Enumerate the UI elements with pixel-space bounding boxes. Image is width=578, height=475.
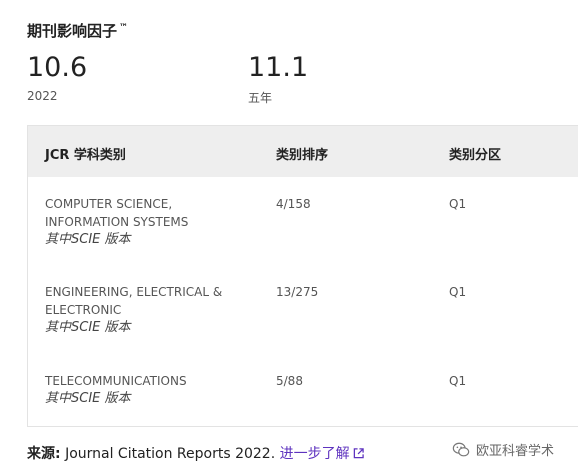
- category-rank: 4/158: [276, 197, 311, 211]
- trademark-symbol: ™: [119, 23, 129, 33]
- edition-label: 其中SCIE 版本: [45, 391, 131, 406]
- impact-factor-value: 10.6: [27, 52, 88, 83]
- edition-label: 其中SCIE 版本: [45, 320, 131, 335]
- category-name-line1: COMPUTER SCIENCE,: [45, 197, 173, 211]
- category-rank: 13/275: [276, 285, 319, 299]
- title-text: 期刊影响因子: [27, 22, 118, 40]
- category-name-line2: ELECTRONIC: [45, 303, 122, 317]
- source-line: 来源: Journal Citation Reports 2022. 进一步了解: [27, 443, 364, 463]
- source-label: 来源:: [27, 446, 61, 462]
- category-quartile: Q1: [449, 374, 467, 388]
- impact-factor-year: 2022: [27, 89, 58, 103]
- table-row-category: COMPUTER SCIENCE, INFORMATION SYSTEMS 其中…: [45, 195, 235, 249]
- table-header: JCR 学科类别 类别排序 类别分区: [28, 126, 578, 177]
- category-name-line1: TELECOMMUNICATIONS: [45, 374, 187, 388]
- page-title: 期刊影响因子 ™: [27, 20, 128, 41]
- source-text: Journal Citation Reports 2022.: [65, 446, 276, 462]
- five-year-impact-label: 五年: [248, 91, 273, 105]
- learn-more-label: 进一步了解: [279, 446, 350, 462]
- column-header-quartile: 类别分区: [449, 148, 502, 163]
- column-header-rank: 类别排序: [276, 148, 329, 163]
- category-quartile: Q1: [449, 285, 467, 299]
- wechat-icon: [452, 442, 470, 456]
- category-name-line2: INFORMATION SYSTEMS: [45, 215, 189, 229]
- column-header-category: JCR 学科类别: [45, 148, 126, 163]
- learn-more-link[interactable]: 进一步了解: [280, 446, 364, 462]
- edition-label: 其中SCIE 版本: [45, 232, 131, 247]
- watermark: 欧亚科睿学术: [452, 440, 554, 459]
- watermark-text: 欧亚科睿学术: [476, 444, 555, 459]
- five-year-impact-value: 11.1: [248, 52, 309, 83]
- category-quartile: Q1: [449, 197, 467, 211]
- jcr-category-table: JCR 学科类别 类别排序 类别分区 COMPUTER SCIENCE, INF…: [27, 125, 578, 427]
- category-rank: 5/88: [276, 374, 303, 388]
- table-row-category: ENGINEERING, ELECTRICAL & ELECTRONIC 其中S…: [45, 283, 245, 337]
- table-row-category: TELECOMMUNICATIONS 其中SCIE 版本: [45, 372, 235, 408]
- external-link-icon: [353, 448, 364, 459]
- category-name-line1: ENGINEERING, ELECTRICAL &: [45, 285, 223, 299]
